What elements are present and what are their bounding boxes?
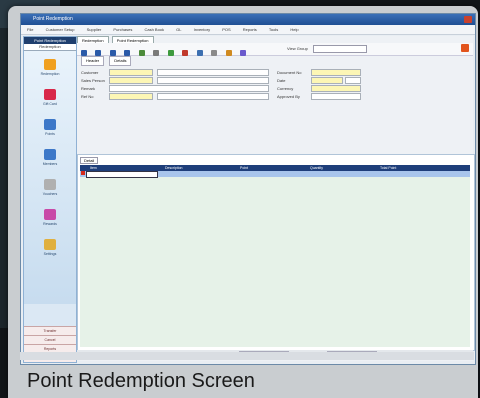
module-icon (44, 179, 56, 190)
first-record-icon[interactable] (81, 50, 87, 56)
subtab-strip: Header Details (77, 56, 473, 66)
sales-person-code-field[interactable] (109, 77, 153, 84)
sidebar-item-5[interactable]: Rewards (24, 209, 76, 239)
sidebar-tab[interactable]: Redemption (24, 44, 76, 51)
detail-grid: Item Description Point Quantity Total Po… (80, 165, 470, 347)
exit-icon[interactable] (461, 44, 469, 52)
menu-gl[interactable]: GL (176, 27, 181, 32)
tab-strip: Redemption Point Redemption (77, 36, 473, 44)
header-form: Customer Sales Person Remark Ref No Docu… (77, 64, 473, 112)
menu-reports[interactable]: Reports (243, 27, 257, 32)
sidebar-item-label: Points (45, 132, 55, 136)
remark-field[interactable] (109, 85, 269, 92)
sidebar-item-2[interactable]: Points (24, 119, 76, 149)
sidebar-items: Redemption Gift Card Points Members Vouchers… (24, 51, 76, 304)
sidebar: Point Redemption Redemption Redemption Gi… (23, 36, 77, 363)
search-icon[interactable] (196, 50, 203, 56)
sidebar-item-label: Vouchers (42, 192, 58, 196)
module-icon (44, 239, 56, 250)
main-panel: Redemption Point Redemption View Group H… (77, 36, 475, 361)
customer-code-field[interactable] (109, 69, 153, 76)
sales-person-label: Sales Person (81, 78, 105, 83)
sidebar-item-4[interactable]: Vouchers (24, 179, 76, 209)
window-title: Point Redemption (33, 16, 73, 22)
date-field[interactable] (311, 77, 343, 84)
refresh-icon[interactable] (225, 50, 232, 56)
menu-cashbook[interactable]: Cash Book (144, 27, 164, 32)
title-bar: Point Redemption (21, 14, 475, 25)
module-icon (44, 89, 56, 100)
module-icon (44, 149, 56, 160)
menu-tools[interactable]: Tools (269, 27, 278, 32)
caption-title: Point Redemption Screen (27, 370, 255, 392)
view-group-label: View Group (287, 46, 308, 51)
approved-label: Approved By (277, 94, 300, 99)
customer-label: Customer (81, 70, 99, 75)
print-icon[interactable] (211, 50, 218, 56)
remark-label: Remark (81, 86, 96, 91)
sidebar-item-1[interactable]: Gift Card (24, 89, 76, 119)
prev-record-icon[interactable] (95, 50, 102, 56)
sales-person-name-field[interactable] (157, 77, 269, 84)
sidebar-header: Point Redemption (24, 37, 76, 44)
status-bar (20, 352, 474, 360)
customer-name-field[interactable] (157, 69, 269, 76)
module-icon (44, 209, 56, 220)
currency-label: Currency (277, 86, 294, 91)
module-icon (44, 119, 56, 130)
delete-icon[interactable] (182, 50, 189, 56)
date-label: Date (277, 78, 286, 83)
ref-name-field[interactable] (157, 93, 269, 100)
sidebar-item-label: Rewards (43, 222, 57, 226)
toolbar: View Group (77, 43, 473, 56)
menu-inventory[interactable]: Inventory (194, 27, 210, 32)
menu-help[interactable]: Help (290, 27, 298, 32)
sidebar-item-label: Settings (43, 252, 57, 256)
detail-grid-panel: Detail Item Description Point Quantity T… (77, 154, 475, 351)
edit-icon[interactable] (167, 50, 174, 56)
close-icon[interactable] (464, 16, 472, 23)
ref-code-field[interactable] (109, 93, 153, 100)
sidebar-item-0[interactable]: Redemption (24, 59, 76, 89)
help-icon[interactable] (239, 50, 246, 56)
view-group-select[interactable] (313, 45, 367, 53)
sidebar-item-label: Gift Card (42, 102, 57, 106)
new-icon[interactable] (138, 50, 145, 56)
menu-purchases[interactable]: Purchases (113, 27, 132, 32)
next-record-icon[interactable] (109, 50, 116, 56)
table-row[interactable] (80, 171, 470, 178)
sidebar-item-3[interactable]: Members (24, 149, 76, 179)
approved-field[interactable] (311, 93, 361, 100)
item-cell-editor[interactable] (86, 171, 158, 178)
menu-file[interactable]: File (27, 27, 33, 32)
menu-customer[interactable]: Customer Setup (46, 27, 75, 32)
sidebar-item-6[interactable]: Settings (24, 239, 76, 269)
sidebar-link-cancel[interactable]: Cancel (24, 335, 76, 344)
row-indicator-icon (81, 171, 85, 175)
app-window: Point Redemption File Customer Setup Sup… (20, 13, 476, 365)
menu-supplier[interactable]: Supplier (87, 27, 102, 32)
sidebar-item-label: Members (42, 162, 58, 166)
save-icon[interactable] (153, 50, 160, 56)
menu-bar: File Customer Setup Supplier Purchases C… (21, 25, 475, 35)
doc-no-label: Document No (277, 70, 302, 75)
sidebar-item-label: Redemption (40, 72, 60, 76)
menu-pos[interactable]: POS (222, 27, 230, 32)
module-icon (44, 59, 56, 70)
doc-no-field[interactable] (311, 69, 361, 76)
currency-field[interactable] (311, 85, 361, 92)
last-record-icon[interactable] (124, 50, 131, 56)
ref-label: Ref No (81, 94, 94, 99)
sidebar-link-transfer[interactable]: Transfer (24, 326, 76, 335)
grid-tab[interactable]: Detail (80, 157, 99, 164)
date-picker-button[interactable] (345, 77, 361, 84)
